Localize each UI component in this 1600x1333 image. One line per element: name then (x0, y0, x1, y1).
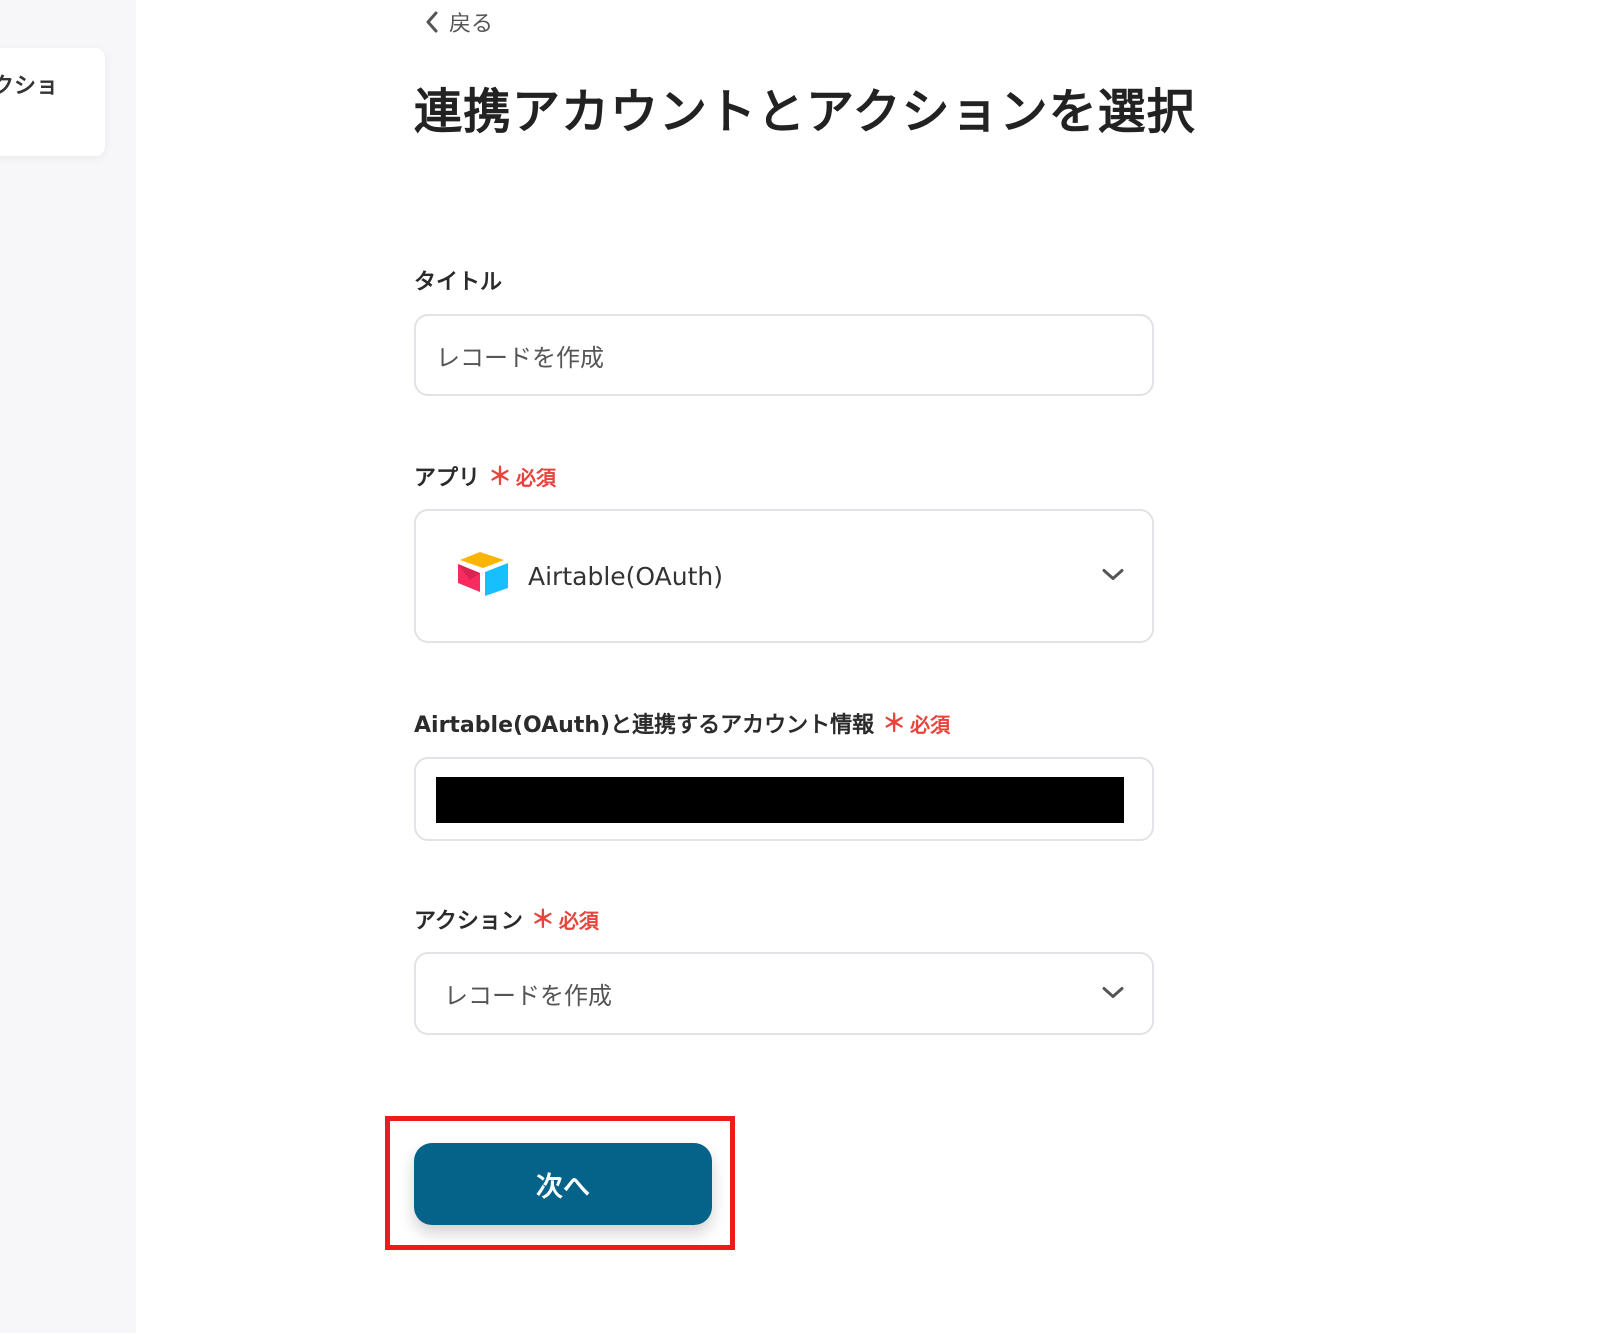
required-asterisk: ＊ (530, 905, 555, 933)
required-label: 必須 (558, 908, 599, 933)
required-badge: ＊ 必須 (882, 709, 950, 738)
required-badge: ＊ 必須 (531, 905, 599, 934)
action-field-label: アクション ＊ 必須 (414, 903, 599, 935)
account-select[interactable] (414, 757, 1154, 841)
sidebar: クショ (0, 0, 136, 1333)
required-label: 必須 (516, 465, 557, 490)
sidebar-step-card[interactable]: クショ (0, 48, 105, 156)
action-field-label-text: アクション (414, 909, 523, 934)
airtable-logo-icon (456, 550, 510, 602)
action-select[interactable]: レコードを作成 (414, 952, 1154, 1035)
account-field-label: Airtable(OAuth)と連携するアカウント情報 ＊ 必須 (414, 707, 950, 739)
required-label: 必須 (910, 712, 951, 737)
back-label: 戻る (449, 12, 494, 37)
required-badge: ＊ 必須 (488, 462, 556, 491)
required-asterisk: ＊ (882, 709, 907, 737)
required-asterisk: ＊ (488, 462, 513, 490)
app-select-value: Airtable(OAuth) (528, 561, 723, 591)
title-field-label: タイトル (414, 264, 502, 296)
app-select[interactable]: Airtable(OAuth) (414, 509, 1154, 643)
next-button[interactable]: 次へ (414, 1143, 712, 1225)
title-field[interactable] (414, 314, 1154, 396)
chevron-down-icon[interactable] (1102, 567, 1124, 586)
app-field-label-text: アプリ (414, 466, 481, 491)
page-title: 連携アカウントとアクションを選択 (414, 84, 1196, 140)
account-field-label-text: Airtable(OAuth)と連携するアカウント情報 (414, 713, 875, 738)
title-input[interactable] (436, 316, 1132, 394)
title-field-label-text: タイトル (414, 270, 503, 295)
app-field-label: アプリ ＊ 必須 (414, 460, 556, 492)
chevron-left-icon (425, 11, 439, 33)
redacted-account-value (436, 777, 1124, 823)
sidebar-step-label: クショ (0, 74, 59, 99)
chevron-down-icon[interactable] (1102, 984, 1124, 1003)
back-link[interactable]: 戻る (425, 6, 493, 38)
action-select-value: レコードを作成 (444, 982, 612, 1010)
